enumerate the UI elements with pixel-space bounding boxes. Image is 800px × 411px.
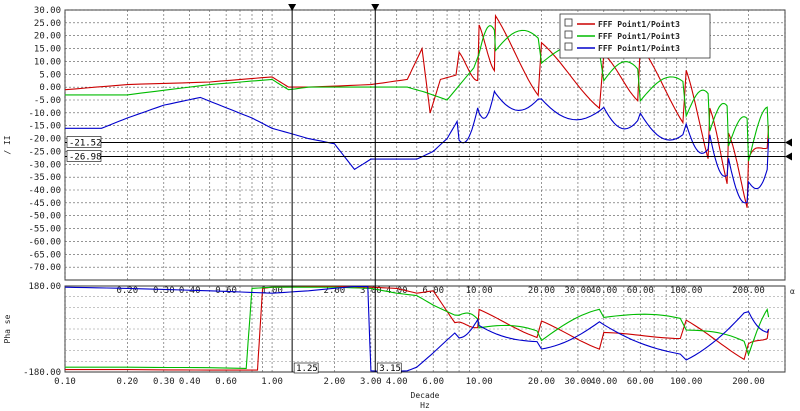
phase-top-tick-label: 200.00 [732,286,765,296]
x-tick-label: 10.00 [466,377,493,387]
y-tick-label: -40.00 [28,186,61,196]
y-tick-label: 25.00 [34,19,61,29]
y-tick-label: -65.00 [28,250,61,260]
x-tick-label: 0.60 [215,377,237,387]
phase-top-tick-label: 40.00 [590,286,617,296]
legend-label: FFF Point1/Point3 [598,43,680,53]
y-tick-label: -30.00 [28,160,61,170]
x-tick-label: 0.20 [116,377,138,387]
x-tick-label: 6.00 [422,377,444,387]
phase-y-tick-label: 180.00 [28,282,61,292]
legend-label: FFF Point1/Point3 [598,19,680,29]
x-tick-label: 200.00 [732,377,765,387]
vertical-cursor-value: 3.15 [379,364,401,374]
y-tick-label: -15.00 [28,122,61,132]
x-tick-label: 40.00 [590,377,617,387]
cursor-marker-icon [785,138,792,147]
legend-checkbox [564,42,573,51]
x-tick-label: 20.00 [528,377,555,387]
legend-checkbox [564,30,573,39]
y-tick-label: -20.00 [28,135,61,145]
y-tick-label: -60.00 [28,237,61,247]
phase-top-tick-label: 10.00 [466,286,493,296]
phase-right-marker: α [790,287,795,296]
x-tick-label: 3.00 [360,377,382,387]
x-tick-label: 0.10 [54,377,76,387]
x-tick-label: 0.40 [179,377,201,387]
cursor-marker-icon [785,152,792,161]
y-tick-label: -10.00 [28,109,61,119]
y-tick-label: -45.00 [28,199,61,209]
y-tick-label: -35.00 [28,173,61,183]
x-tick-label: 60.00 [627,377,654,387]
phase-top-tick-label: 0.30 [153,286,175,296]
y-tick-label: 10.00 [34,57,61,67]
phase-y-label: Pha se [3,314,12,343]
phase-top-tick-label: 20.00 [528,286,555,296]
x-tick-label: 30.00 [564,377,591,387]
phase-top-tick-label: 0.20 [116,286,138,296]
y-tick-label: -55.00 [28,225,61,235]
horizontal-cursor-value: -21.52 [69,138,102,148]
y-tick-label: -50.00 [28,212,61,222]
vertical-cursor-value: 1.25 [296,364,318,374]
phase-top-tick-label: 30.00 [564,286,591,296]
y-tick-label: -5.00 [34,96,61,106]
magnitude-y-label: / II [3,135,12,154]
legend-label: FFF Point1/Point3 [598,31,680,41]
x-axis-label: Decade [411,391,440,400]
legend: FFF Point1/Point3 FFF Point1/Point3 FFF Po… [559,13,711,59]
phase-top-tick-label: 60.00 [627,286,654,296]
y-tick-label: 5.00 [39,70,61,80]
y-tick-label: 15.00 [34,45,61,55]
y-tick-label: 20.00 [34,32,61,42]
y-tick-label: 30.00 [34,6,61,16]
legend-checkbox [564,18,573,27]
x-tick-label: 4.00 [386,377,408,387]
phase-top-tick-label: 0.40 [179,286,201,296]
x-tick-label: 1.00 [261,377,283,387]
bode-chart: 30.00 25.00 20.00 15.00 10.00 5.00 0.00 -5.00 -1… [3,4,795,410]
x-tick-label: 2.00 [324,377,346,387]
x-tick-label: 100.00 [670,377,703,387]
y-tick-label: -70.00 [28,263,61,273]
x-tick-label: 0.30 [153,377,175,387]
x-axis-unit: Hz [420,401,430,410]
horizontal-cursor-value: -26.98 [69,153,102,163]
y-tick-label: 0.00 [39,83,61,93]
y-tick-label: -25.00 [28,147,61,157]
phase-top-tick-label: 100.00 [670,286,703,296]
